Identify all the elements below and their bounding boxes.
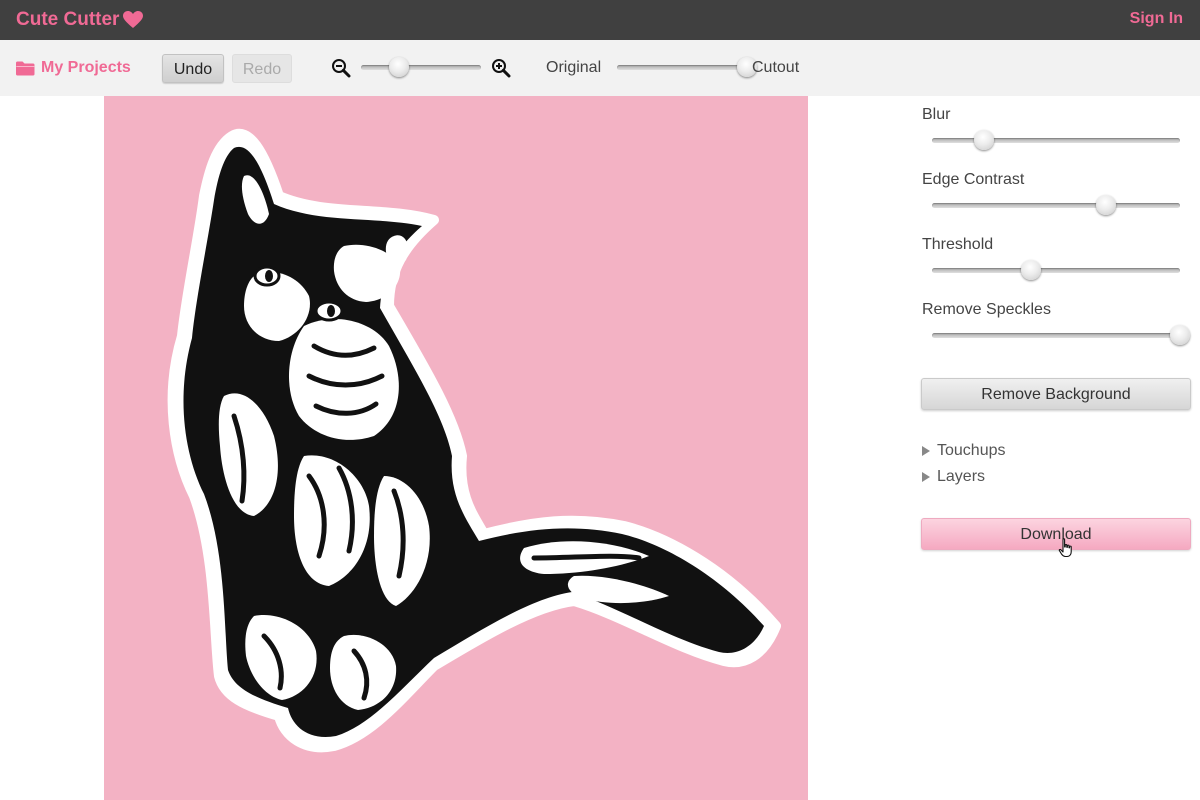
- zoom-slider-track: [361, 65, 481, 70]
- disclosure-triangle-icon: [922, 472, 930, 482]
- blur-slider-track: [932, 138, 1180, 143]
- image-canvas[interactable]: [104, 96, 808, 800]
- touchups-section-toggle[interactable]: Touchups: [922, 441, 1006, 461]
- zoom-slider-thumb[interactable]: [389, 57, 410, 77]
- original-cutout-slider-track: [617, 65, 747, 70]
- view-cutout-label: Cutout: [752, 59, 800, 76]
- my-projects-link[interactable]: My Projects: [16, 58, 131, 78]
- redo-button[interactable]: Redo: [232, 54, 292, 83]
- sign-in-link[interactable]: Sign In: [1130, 10, 1183, 28]
- layers-label: Layers: [937, 468, 986, 485]
- threshold-slider[interactable]: [932, 260, 1180, 282]
- blur-slider-thumb[interactable]: [974, 130, 995, 150]
- threshold-slider-track: [932, 268, 1180, 273]
- threshold-label: Threshold: [922, 236, 994, 253]
- blur-slider[interactable]: [932, 130, 1180, 152]
- top-header-bar: Cute Cutter Sign In: [0, 0, 1200, 40]
- zoom-in-icon[interactable]: [491, 58, 511, 78]
- remove-speckles-label: Remove Speckles: [922, 301, 1051, 318]
- remove-speckles-slider-track: [932, 333, 1180, 338]
- layers-section-toggle[interactable]: Layers: [922, 467, 985, 487]
- folder-icon: [16, 61, 35, 75]
- brand-logo[interactable]: Cute Cutter: [16, 8, 144, 32]
- blur-label: Blur: [922, 106, 951, 123]
- heart-icon: [123, 11, 144, 28]
- zoom-out-icon[interactable]: [331, 58, 351, 78]
- cat-cutout-image: [167, 129, 781, 753]
- original-cutout-slider[interactable]: [617, 57, 757, 79]
- edge-contrast-slider[interactable]: [932, 195, 1180, 217]
- edge-contrast-label: Edge Contrast: [922, 171, 1025, 188]
- undo-button[interactable]: Undo: [162, 54, 224, 83]
- view-original-label: Original: [546, 59, 602, 76]
- remove-speckles-slider-thumb[interactable]: [1170, 325, 1190, 345]
- edge-contrast-slider-track: [932, 203, 1180, 208]
- hand-pointer-cursor-icon: [1058, 538, 1072, 558]
- threshold-slider-thumb[interactable]: [1021, 260, 1042, 280]
- edge-contrast-slider-thumb[interactable]: [1095, 195, 1116, 215]
- touchups-label: Touchups: [937, 442, 1006, 459]
- disclosure-triangle-icon: [922, 446, 930, 456]
- my-projects-label: My Projects: [41, 59, 131, 76]
- zoom-slider[interactable]: [361, 57, 481, 79]
- download-button[interactable]: Download: [921, 518, 1191, 550]
- remove-background-button[interactable]: Remove Background: [921, 378, 1191, 410]
- brand-name: Cute Cutter: [16, 9, 120, 30]
- remove-speckles-slider[interactable]: [932, 325, 1190, 347]
